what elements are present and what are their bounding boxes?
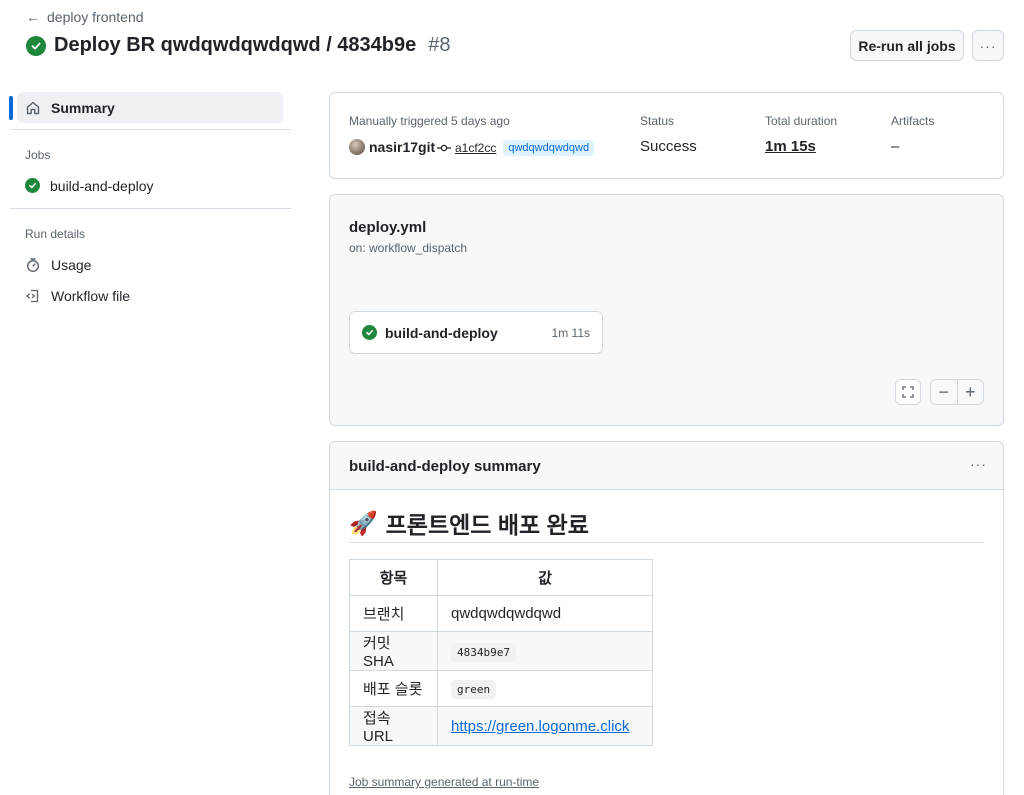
job-summary-card: build-and-deploy summary ··· 🚀 프론트엔드 배포 … <box>329 441 1004 795</box>
table-cell: https://green.logonme.click <box>437 706 653 746</box>
check-circle-icon <box>362 325 377 340</box>
summary-footer-link[interactable]: Job summary generated at run-time <box>349 775 539 789</box>
workflow-graph-card: deploy.yml on: workflow_dispatch build-a… <box>329 194 1004 426</box>
job-node-duration: 1m 11s <box>551 325 590 340</box>
commit-sha-link[interactable]: a1cf2cc <box>455 141 496 155</box>
table-cell: 브랜치 <box>349 595 438 632</box>
table-row: 접속 URL https://green.logonme.click <box>349 706 653 746</box>
commit-icon <box>437 144 451 152</box>
slot-code: green <box>451 680 497 699</box>
sidebar-item-job[interactable]: build-and-deploy <box>17 170 283 201</box>
table-cell: 접속 URL <box>349 706 438 746</box>
actor[interactable]: nasir17git <box>349 139 435 155</box>
branch-badge[interactable]: qwdqwdqwdqwd <box>503 140 595 156</box>
back-link[interactable]: ← deploy frontend <box>26 9 144 25</box>
summary-title: build-and-deploy summary <box>349 458 541 475</box>
rocket-icon: 🚀 <box>349 509 378 536</box>
duration-label: Total duration <box>765 114 838 128</box>
summary-table: 항목 값 브랜치 qwdqwdqwdqwd 커밋 SHA 4834b9e7 배포… <box>349 559 653 746</box>
zoom-controls: − + <box>930 379 984 405</box>
sidebar-item-summary[interactable]: Summary <box>17 92 283 123</box>
back-link-label: deploy frontend <box>47 9 144 25</box>
kebab-icon[interactable]: ··· <box>972 30 1004 61</box>
workflow-trigger: on: workflow_dispatch <box>349 241 468 255</box>
run-info-card: Manually triggered 5 days ago nasir17git… <box>329 92 1004 179</box>
duration-value[interactable]: 1m 15s <box>765 138 816 155</box>
kebab-icon[interactable]: ··· <box>970 456 987 472</box>
status-label: Status <box>640 114 675 128</box>
sidebar-item-label: Summary <box>51 99 115 116</box>
trigger-label: Manually triggered 5 days ago <box>349 114 510 128</box>
check-circle-icon <box>26 35 46 56</box>
table-header-cell: 항목 <box>349 559 438 596</box>
table-row: 배포 슬롯 green <box>349 670 653 707</box>
commit-sha-code: 4834b9e7 <box>451 642 516 662</box>
page-title-row: Deploy BR qwdqwdqwdqwd / 4834b9e #8 <box>26 34 451 57</box>
zoom-out-button[interactable]: − <box>931 380 957 404</box>
fullscreen-button[interactable] <box>895 379 921 405</box>
table-cell: 배포 슬롯 <box>349 670 438 707</box>
artifacts-label: Artifacts <box>891 114 935 128</box>
summary-heading: 🚀 프론트엔드 배포 완료 <box>349 506 589 540</box>
stopwatch-icon <box>26 257 40 272</box>
heading-rule <box>349 542 984 543</box>
sidebar-item-workflow-file[interactable]: Workflow file <box>17 280 283 311</box>
table-header-row: 항목 값 <box>349 559 653 596</box>
rerun-all-jobs-button[interactable]: Re-run all jobs <box>850 30 964 61</box>
arrow-left-icon: ← <box>26 9 40 25</box>
commit-info: a1cf2cc qwdqwdqwdqwd <box>437 140 595 156</box>
sidebar-divider <box>10 208 291 209</box>
fullscreen-icon <box>902 386 914 398</box>
table-header-cell: 값 <box>437 559 653 596</box>
home-icon <box>26 101 40 114</box>
job-node-name: build-and-deploy <box>385 324 498 341</box>
table-cell: green <box>437 670 653 707</box>
avatar <box>349 139 365 155</box>
sidebar-item-usage[interactable]: Usage <box>17 249 283 280</box>
workflow-file-icon <box>25 289 39 302</box>
table-row: 브랜치 qwdqwdqwdqwd <box>349 595 653 632</box>
sidebar-heading-jobs: Jobs <box>25 148 51 162</box>
sidebar-item-label: Workflow file <box>51 287 131 304</box>
summary-heading-text: 프론트엔드 배포 완료 <box>385 512 589 538</box>
artifacts-value: – <box>891 138 900 155</box>
table-row: 커밋 SHA 4834b9e7 <box>349 631 653 671</box>
table-cell: 커밋 SHA <box>349 631 438 671</box>
summary-header: build-and-deploy summary ··· <box>330 442 1003 490</box>
table-cell: qwdqwdqwdqwd <box>437 595 653 632</box>
deploy-url-link[interactable]: https://green.logonme.click <box>451 718 629 735</box>
table-cell: 4834b9e7 <box>437 631 653 671</box>
sidebar-item-label: build-and-deploy <box>50 177 154 194</box>
actor-name: nasir17git <box>369 139 436 155</box>
sidebar-item-label: Usage <box>51 256 92 273</box>
zoom-in-button[interactable]: + <box>956 380 984 404</box>
page-title: Deploy BR qwdqwdqwdqwd / 4834b9e <box>54 34 417 56</box>
status-value: Success <box>640 138 697 155</box>
check-circle-icon <box>25 178 40 193</box>
sidebar-active-indicator <box>9 96 13 120</box>
sidebar-divider <box>10 129 291 130</box>
workflow-file-name[interactable]: deploy.yml <box>349 219 426 236</box>
sidebar-heading-run-details: Run details <box>25 227 86 241</box>
run-number: #8 <box>428 34 451 56</box>
job-node[interactable]: build-and-deploy 1m 11s <box>349 311 603 354</box>
